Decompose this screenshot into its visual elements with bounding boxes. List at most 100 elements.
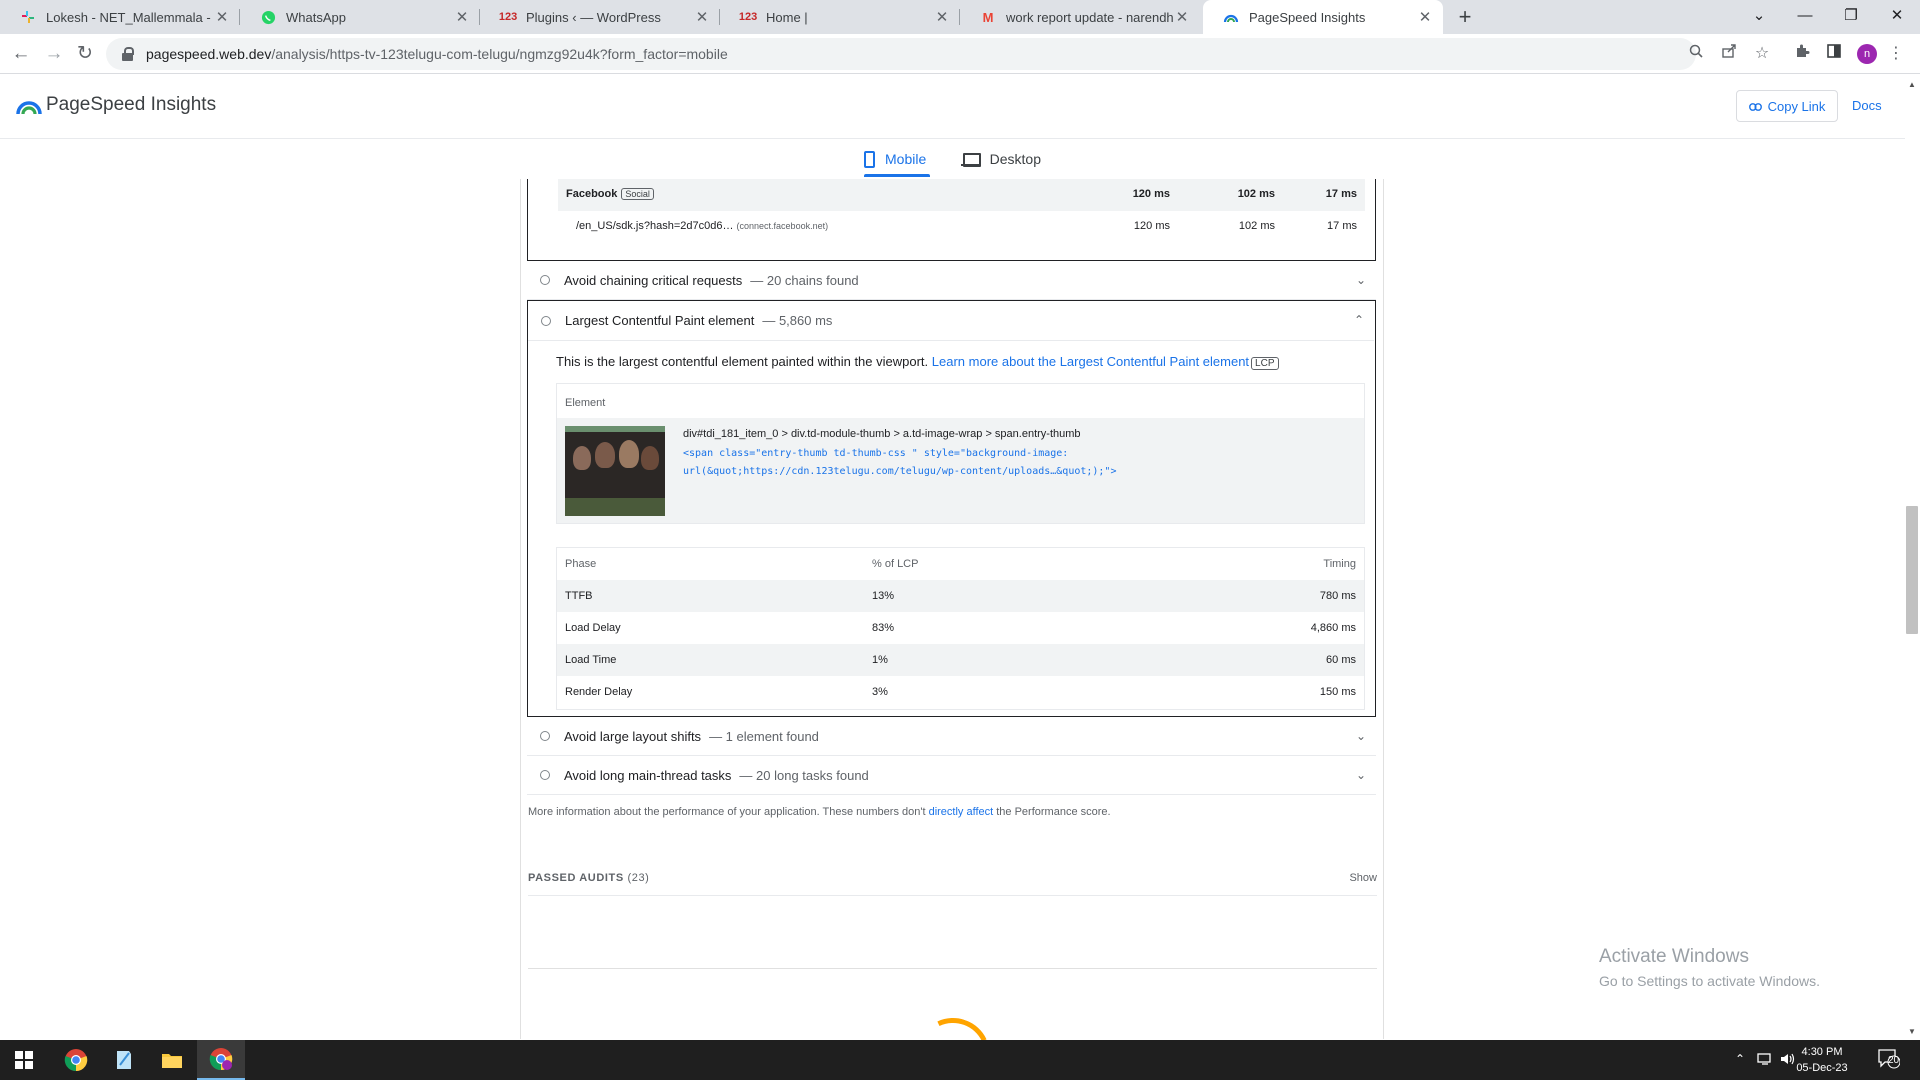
directly-affect-link[interactable]: directly affect: [929, 806, 994, 818]
tab-title: Lokesh - NET_Mallemmala - Slac: [46, 9, 214, 25]
phase-timing: 60 ms: [1326, 654, 1356, 666]
extensions-icon[interactable]: [1788, 40, 1816, 68]
tab-title: Home |: [766, 9, 808, 25]
cell-value: 102 ms: [1237, 188, 1275, 200]
file-explorer-taskbar-icon[interactable]: [148, 1040, 196, 1080]
scroll-down-arrow-icon[interactable]: ▼: [1907, 1027, 1917, 1036]
entity-badge: Social: [621, 188, 654, 200]
table-row: Render Delay 3% 150 ms: [557, 676, 1364, 708]
audit-status-icon: [540, 275, 550, 285]
phase-name: TTFB: [565, 590, 593, 602]
audit-status-icon: [540, 731, 550, 741]
123-icon: 123: [498, 11, 518, 23]
zoom-icon[interactable]: [1682, 40, 1710, 68]
pagespeed-icon: [1223, 9, 1239, 25]
laptop-icon: [961, 152, 981, 167]
audit-long-tasks[interactable]: Avoid long main-thread tasks — 20 long t…: [527, 756, 1376, 795]
chevron-up-icon: ⌃: [1353, 313, 1364, 327]
learn-more-link[interactable]: Learn more about the Largest Contentful …: [932, 354, 1249, 369]
windows-start-icon[interactable]: [0, 1040, 48, 1080]
reload-icon[interactable]: ↻: [71, 40, 99, 68]
link-icon: [1748, 99, 1762, 114]
scroll-up-arrow-icon[interactable]: ▲: [1907, 80, 1917, 89]
browser-toolbar: ← → ↻ pagespeed.web.dev/analysis/https-t…: [0, 34, 1920, 74]
element-selector: div#tdi_181_item_0 > div.td-module-thumb…: [683, 428, 1081, 440]
copy-link-button[interactable]: Copy Link: [1736, 90, 1838, 122]
phase-timing: 150 ms: [1319, 686, 1356, 698]
forward-icon[interactable]: →: [40, 40, 68, 68]
lock-icon: [122, 47, 134, 61]
table-row: Load Delay 83% 4,860 ms: [557, 612, 1364, 644]
table-row: /en_US/sdk.js?hash=2d7c0d6… (connect.fac…: [558, 211, 1365, 243]
notification-center-icon[interactable]: 20: [1878, 1049, 1901, 1072]
audit-chaining-critical-requests[interactable]: Avoid chaining critical requests — 20 ch…: [527, 261, 1376, 300]
system-clock[interactable]: 4:30 PM 05-Dec-23: [1792, 1044, 1852, 1076]
column-header: Timing: [1323, 558, 1356, 570]
share-icon[interactable]: [1715, 40, 1743, 68]
tab-home[interactable]: 123 Home | ✕: [720, 0, 960, 34]
audit-display-value: — 20 chains found: [750, 272, 859, 288]
minimize-button[interactable]: —: [1782, 0, 1828, 34]
tab-gmail[interactable]: M work report update - narendhar ✕: [960, 0, 1200, 34]
windows-taskbar: ⌃ 4:30 PM 05-Dec-23 20: [0, 1040, 1920, 1080]
avatar[interactable]: n: [1857, 44, 1877, 64]
notepad-taskbar-icon[interactable]: [100, 1040, 148, 1080]
passed-audits-header[interactable]: PASSED AUDITS (23) Show: [528, 872, 1377, 896]
audit-lcp-element: Largest Contentful Paint element — 5,860…: [527, 300, 1376, 717]
new-tab-button[interactable]: +: [1452, 4, 1478, 30]
page-title: PageSpeed Insights: [46, 94, 217, 115]
docs-link[interactable]: Docs: [1852, 98, 1882, 113]
123-icon: 123: [738, 11, 758, 23]
scrollbar-thumb[interactable]: [1906, 506, 1918, 634]
close-icon[interactable]: ✕: [934, 8, 950, 26]
divider: [528, 968, 1377, 969]
browser-tab-strip: Lokesh - NET_Mallemmala - Slac ✕ WhatsAp…: [0, 0, 1920, 34]
audit-display-value: — 5,860 ms: [762, 313, 833, 328]
table-row: TTFB 13% 780 ms: [557, 580, 1364, 612]
close-icon[interactable]: ✕: [694, 8, 710, 26]
phase-percent: 13%: [872, 590, 895, 602]
close-window-button[interactable]: ✕: [1874, 0, 1920, 34]
tab-slack[interactable]: Lokesh - NET_Mallemmala - Slac ✕: [0, 0, 240, 34]
close-icon[interactable]: ✕: [1417, 8, 1433, 26]
tab-mobile-label: Mobile: [885, 151, 927, 167]
gmail-icon: M: [982, 9, 994, 25]
table-row: Load Time 1% 60 ms: [557, 644, 1364, 676]
psi-header: PageSpeed Insights Copy Link Docs: [0, 75, 1920, 139]
entity-name: Facebook Social: [566, 188, 654, 200]
close-icon[interactable]: ✕: [214, 8, 230, 26]
bookmark-star-icon[interactable]: ☆: [1748, 40, 1776, 68]
table-header-row: Phase % of LCP Timing: [557, 548, 1364, 580]
network-icon[interactable]: [1757, 1052, 1773, 1069]
column-header: % of LCP: [872, 558, 919, 570]
back-icon[interactable]: ←: [7, 40, 35, 68]
tab-wordpress-plugins[interactable]: 123 Plugins ‹ — WordPress ✕: [480, 0, 720, 34]
audit-status-icon: [541, 315, 551, 326]
close-icon[interactable]: ✕: [454, 8, 470, 26]
url-host: pagespeed.web.dev: [146, 46, 272, 62]
passed-audits-count: (23): [627, 872, 650, 884]
resource-url[interactable]: /en_US/sdk.js?hash=2d7c0d6… (connect.fac…: [576, 220, 828, 232]
show-passed-audits-button[interactable]: Show: [1349, 872, 1377, 884]
menu-kebab-icon[interactable]: ⋮: [1882, 40, 1910, 68]
address-bar[interactable]: pagespeed.web.dev/analysis/https-tv-123t…: [106, 38, 1696, 70]
audit-lcp-header[interactable]: Largest Contentful Paint element — 5,860…: [528, 301, 1374, 341]
copy-link-label: Copy Link: [1767, 98, 1826, 114]
report-content: Facebook Social 120 ms 102 ms 17 ms /en_U…: [520, 179, 1384, 1080]
tab-search-icon[interactable]: ⌄: [1736, 0, 1782, 34]
tab-mobile[interactable]: Mobile: [864, 139, 930, 179]
whatsapp-icon: [260, 9, 276, 25]
chrome-profile-taskbar-icon[interactable]: [197, 1040, 245, 1080]
tab-whatsapp[interactable]: WhatsApp ✕: [240, 0, 480, 34]
restore-button[interactable]: ❐: [1828, 0, 1874, 34]
phase-percent: 1%: [872, 654, 888, 666]
audit-title: Avoid chaining critical requests: [564, 272, 743, 288]
chrome-taskbar-icon[interactable]: [52, 1040, 100, 1080]
close-icon[interactable]: ✕: [1174, 8, 1190, 26]
tab-desktop[interactable]: Desktop: [961, 139, 1041, 179]
audit-layout-shifts[interactable]: Avoid large layout shifts — 1 element fo…: [527, 717, 1376, 756]
show-hidden-icons-chevron-icon[interactable]: ⌃: [1735, 1052, 1745, 1066]
chevron-down-icon: ⌄: [1355, 273, 1366, 287]
tab-pagespeed[interactable]: PageSpeed Insights ✕: [1203, 0, 1443, 34]
side-panel-icon[interactable]: [1820, 40, 1848, 68]
